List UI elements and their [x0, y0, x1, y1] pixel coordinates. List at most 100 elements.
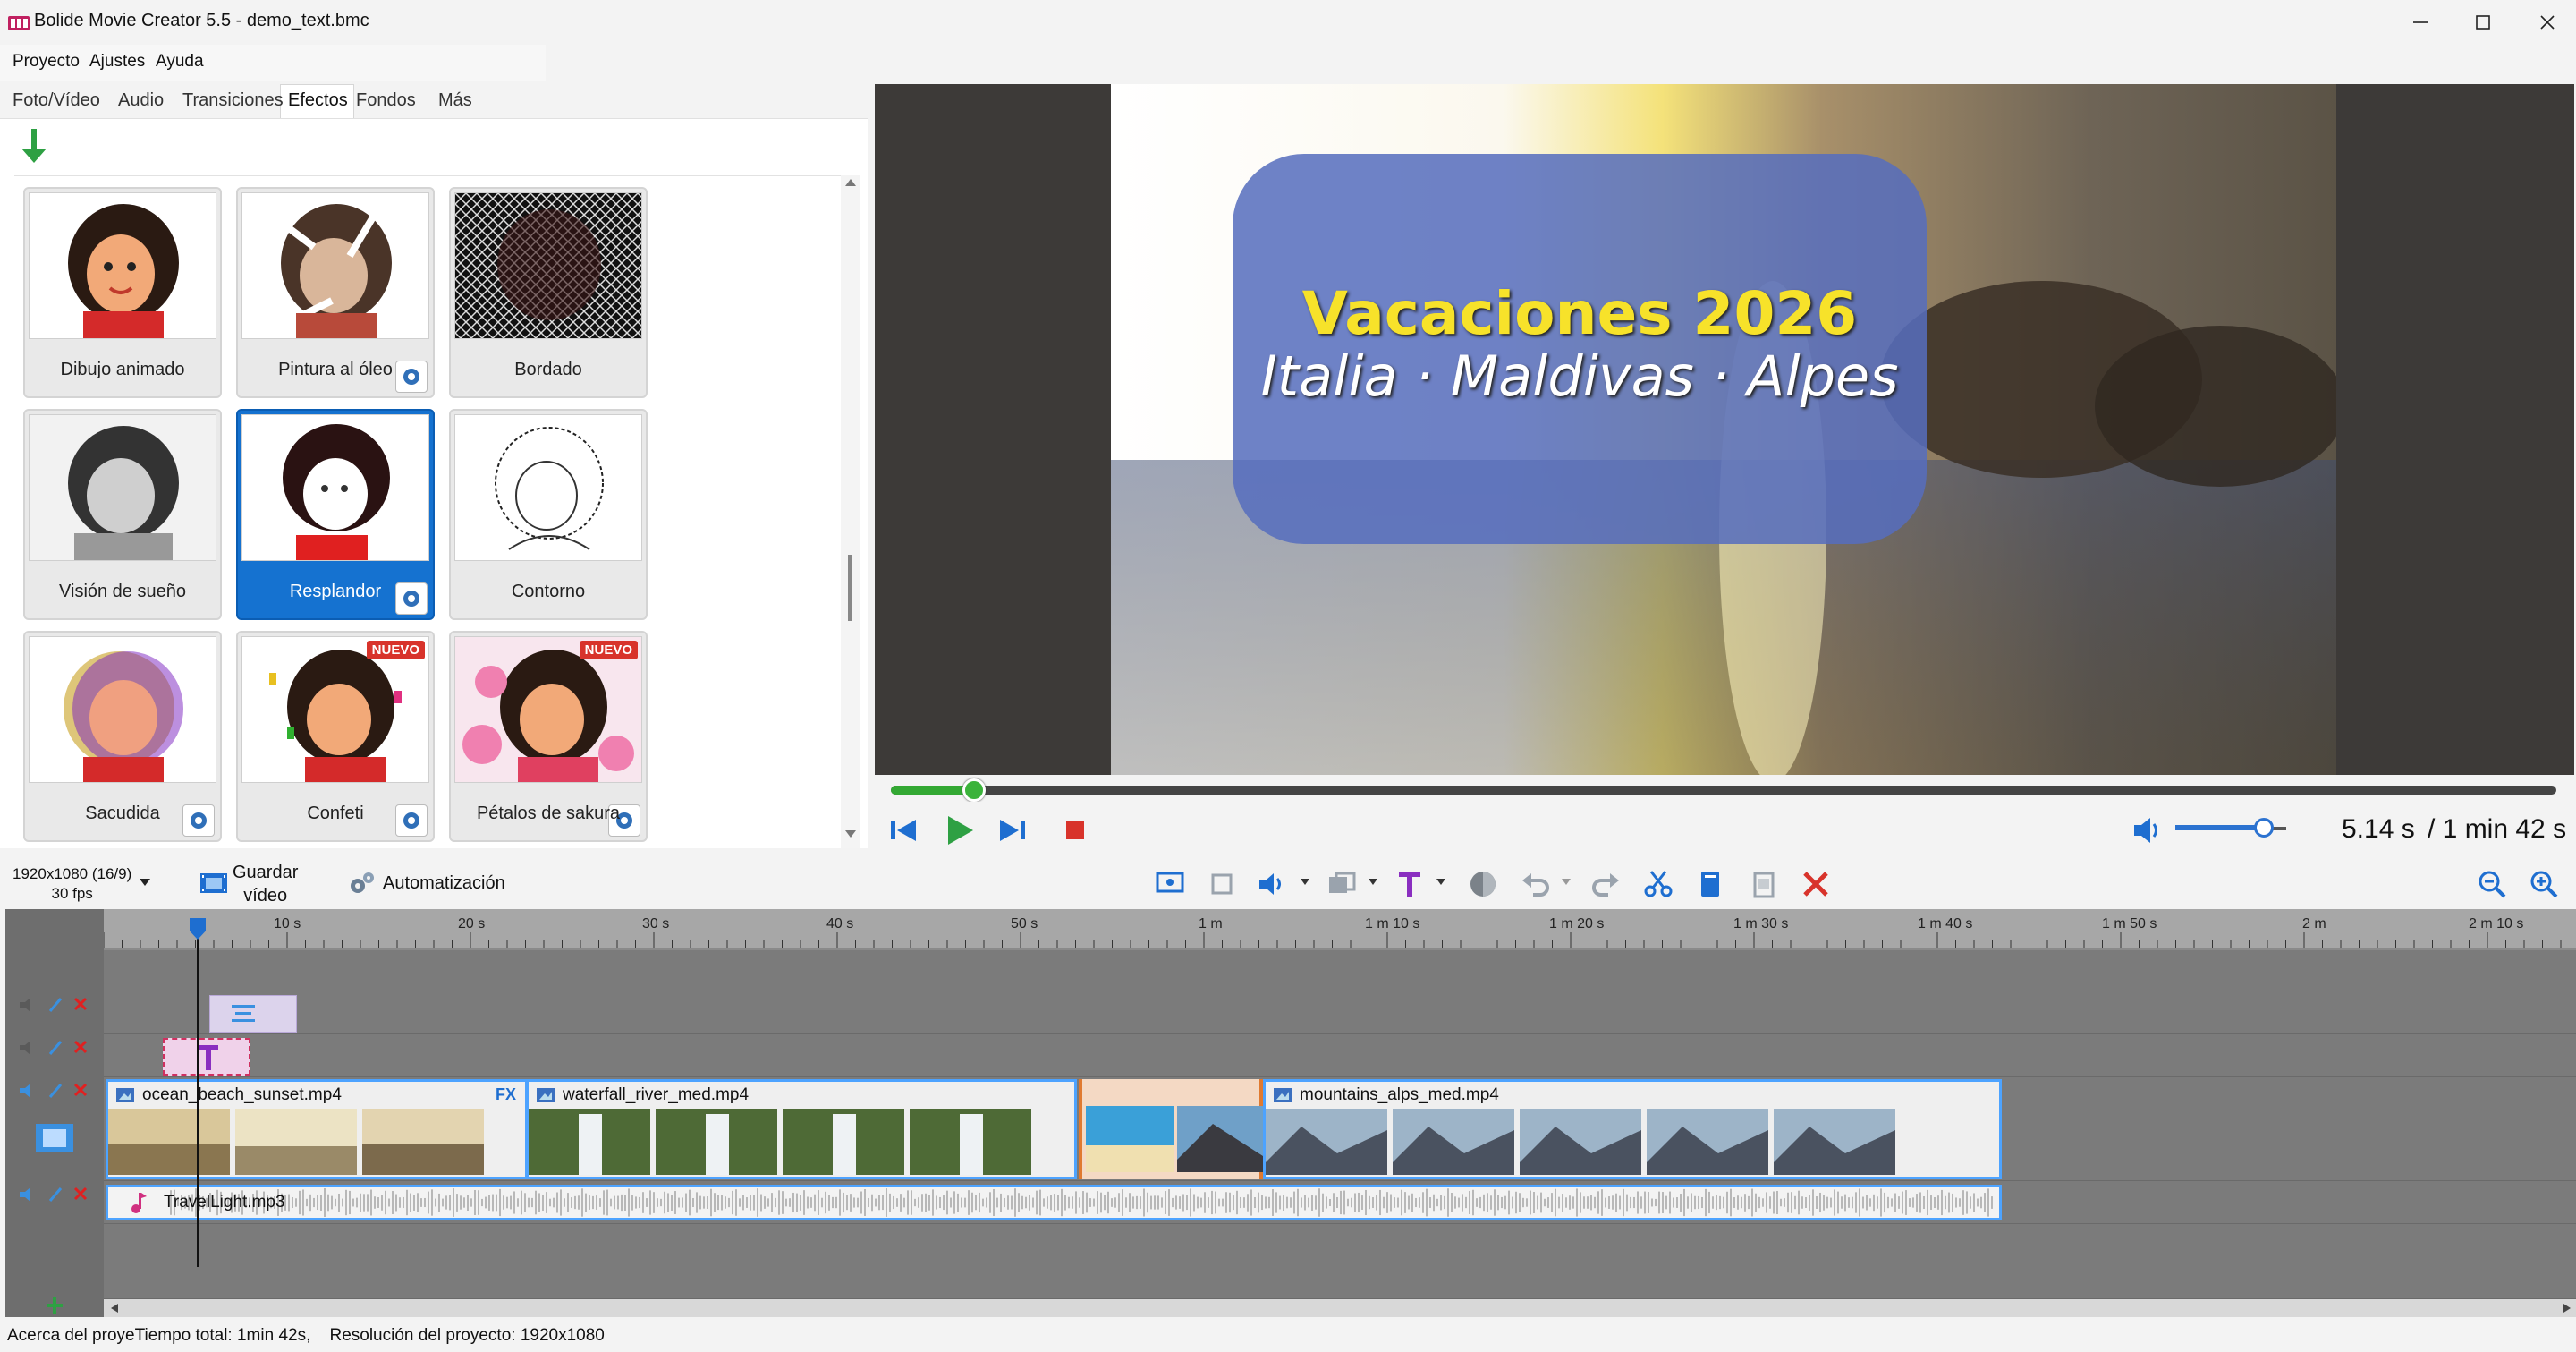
fx-badge[interactable]: FX — [496, 1085, 516, 1104]
effects-scrollbar-thumb[interactable] — [848, 555, 852, 621]
effect-label: Pintura al óleo — [278, 360, 393, 379]
tab-audio[interactable]: Audio — [118, 90, 164, 111]
next-frame-button[interactable] — [995, 812, 1030, 848]
track-controls[interactable] — [18, 1038, 95, 1058]
video-clip-waterfall[interactable]: waterfall_river_med.mp4 — [526, 1079, 1077, 1179]
track-row-title[interactable] — [104, 1034, 2576, 1077]
playback-progress-track[interactable] — [891, 786, 2556, 795]
resolution-selector[interactable]: 1920x1080 (16/9) 30 fps — [13, 864, 131, 904]
track-row-extra[interactable] — [104, 1224, 2576, 1299]
paste-icon[interactable] — [1748, 868, 1780, 900]
track-controls[interactable] — [18, 1185, 95, 1204]
effect-label: Pétalos de sakura — [476, 804, 621, 823]
chevron-down-icon[interactable] — [138, 877, 152, 888]
frame-thumbnail — [656, 1109, 777, 1175]
scroll-right-icon[interactable] — [2562, 1303, 2572, 1314]
image-clip-beach[interactable] — [1079, 1079, 1263, 1179]
menu-proyecto[interactable]: Proyecto — [13, 52, 80, 72]
volume-icon[interactable] — [2129, 812, 2165, 848]
ruler-label: 50 s — [1011, 916, 1038, 931]
frame-thumbnail — [1647, 1109, 1768, 1175]
effect-vision-de-sueno[interactable]: Visión de sueño — [23, 409, 222, 620]
track-controls[interactable] — [18, 995, 95, 1015]
align-center-icon — [232, 1005, 255, 1022]
previous-frame-button[interactable] — [886, 812, 921, 848]
fps-label: 30 fps — [51, 885, 93, 902]
track-row-text-effect[interactable] — [104, 991, 2576, 1034]
effect-thumbnail — [29, 192, 216, 339]
frame-thumbnail — [108, 1109, 230, 1175]
add-track-icon[interactable] — [45, 1296, 64, 1315]
transition-icon[interactable] — [1326, 868, 1358, 900]
frame-thumbnail — [1177, 1106, 1263, 1172]
menu-bar — [0, 45, 546, 81]
save-video-label-line2: vídeo — [243, 886, 288, 906]
scissors-icon[interactable] — [1642, 868, 1674, 900]
playback-progress-knob[interactable] — [962, 778, 987, 802]
track-controls[interactable] — [18, 1081, 95, 1101]
video-clip-icon — [537, 1088, 555, 1102]
tab-mas[interactable]: Más — [438, 90, 472, 111]
stop-button[interactable] — [1057, 812, 1093, 848]
zoom-out-icon[interactable] — [2476, 868, 2508, 900]
tab-transiciones[interactable]: Transiciones — [182, 90, 284, 111]
fit-screen-icon[interactable] — [1154, 868, 1186, 900]
copy-icon[interactable] — [1694, 868, 1726, 900]
effect-sacudida[interactable]: Sacudida — [23, 631, 222, 842]
status-about[interactable]: Acerca del proye — [7, 1326, 135, 1345]
chevron-down-icon[interactable] — [1367, 877, 1379, 888]
playhead[interactable] — [197, 918, 199, 1267]
scroll-left-icon[interactable] — [109, 1303, 120, 1314]
video-clip-mountains[interactable]: mountains_alps_med.mp4 — [1263, 1079, 2002, 1179]
crop-icon[interactable] — [1206, 868, 1238, 900]
scroll-up-icon[interactable] — [844, 177, 857, 188]
ruler-label: 10 s — [274, 916, 301, 931]
timeline-horizontal-scrollbar[interactable] — [104, 1299, 2576, 1317]
undo-icon[interactable] — [1519, 868, 1551, 900]
redo-icon[interactable] — [1590, 868, 1623, 900]
menu-ajustes[interactable]: Ajustes — [89, 52, 145, 72]
effect-bordado[interactable]: Bordado — [449, 187, 648, 398]
frame-thumbnail — [1393, 1109, 1514, 1175]
chevron-down-icon[interactable] — [1435, 877, 1447, 888]
scroll-down-icon[interactable] — [844, 829, 857, 839]
play-button[interactable] — [941, 812, 977, 848]
ruler-label: 40 s — [826, 916, 854, 931]
chevron-down-icon[interactable] — [1299, 877, 1311, 888]
save-video-button[interactable]: Guardar vídeo — [197, 861, 322, 906]
color-icon[interactable] — [1467, 868, 1499, 900]
frame-thumbnail — [235, 1109, 357, 1175]
download-arrow-icon[interactable] — [18, 127, 50, 166]
title-clip[interactable] — [163, 1038, 250, 1076]
effects-scrollbar[interactable] — [841, 175, 860, 848]
effect-petalos-de-sakura[interactable]: NUEVO Pétalos de sakura — [449, 631, 648, 842]
effect-pintura-al-oleo[interactable]: Pintura al óleo — [236, 187, 435, 398]
zoom-in-icon[interactable] — [2528, 868, 2560, 900]
tab-efectos[interactable]: Efectos — [288, 90, 348, 111]
effect-thumbnail — [454, 414, 642, 561]
delete-icon[interactable] — [1800, 868, 1832, 900]
tab-fondos[interactable]: Fondos — [356, 90, 416, 111]
volume-slider-fill — [2175, 825, 2265, 830]
effect-contorno[interactable]: Contorno — [449, 409, 648, 620]
close-window-button[interactable] — [2510, 0, 2576, 45]
effect-confeti[interactable]: NUEVO Confeti — [236, 631, 435, 842]
ruler-label: 1 m — [1199, 916, 1223, 931]
video-clip-ocean[interactable]: ocean_beach_sunset.mp4 FX — [106, 1079, 528, 1179]
ruler-label: 30 s — [642, 916, 670, 931]
tab-foto-video[interactable]: Foto/Vídeo — [13, 90, 100, 111]
ruler-label: 1 m 40 s — [1918, 916, 1973, 931]
clip-volume-icon[interactable] — [1256, 868, 1288, 900]
track-row-empty[interactable] — [104, 950, 2576, 991]
chevron-down-icon[interactable] — [1560, 877, 1572, 888]
text-effect-clip[interactable] — [209, 995, 297, 1033]
window-title: Bolide Movie Creator 5.5 - demo_text.bmc — [34, 11, 369, 30]
text-icon[interactable] — [1394, 868, 1426, 900]
effect-dibujo-animado[interactable]: Dibujo animado — [23, 187, 222, 398]
menu-ayuda[interactable]: Ayuda — [156, 52, 204, 72]
audio-clip[interactable]: TravelLight.mp3 — [106, 1185, 2002, 1220]
effects-grid: Dibujo animado Pintura al óleo Bordado V… — [14, 175, 841, 848]
maximize-icon — [2476, 15, 2490, 30]
effect-resplandor[interactable]: Resplandor — [236, 409, 435, 620]
effect-label: Dibujo animado — [60, 360, 185, 379]
